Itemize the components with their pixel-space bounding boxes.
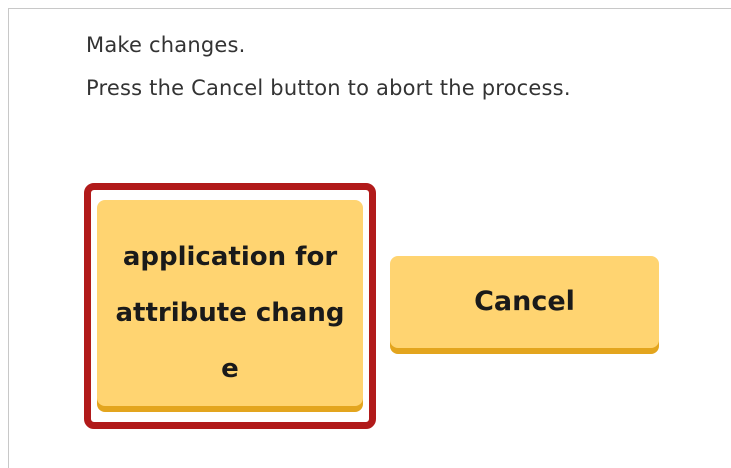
apply-label-line-3: e [221,353,239,384]
instruction-text-1: Make changes. [86,33,246,57]
application-for-attribute-change-button[interactable]: application for attribute chang e [97,200,363,406]
cancel-button[interactable]: Cancel [390,256,659,348]
instruction-text-2: Press the Cancel button to abort the pro… [86,76,571,100]
apply-label-line-1: application for [122,241,338,272]
apply-label-line-2: attribute chang [115,297,345,328]
